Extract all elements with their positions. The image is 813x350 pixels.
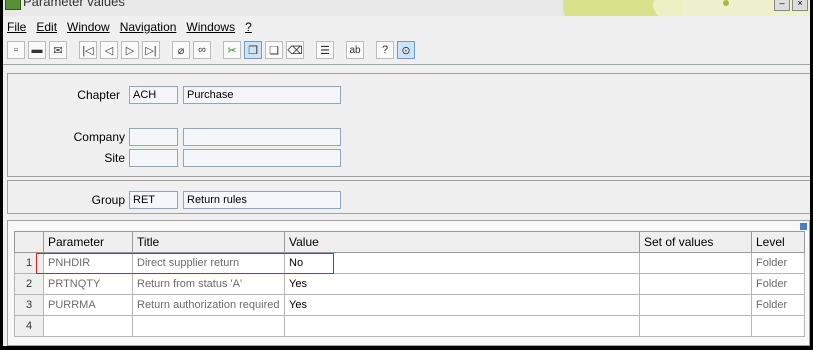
title-cell[interactable]: Direct supplier return xyxy=(132,252,285,274)
header-panel: Chapter ACH Purchase Company Site xyxy=(7,73,810,177)
column-header-level[interactable]: Level xyxy=(751,231,805,253)
company-code-field[interactable] xyxy=(129,128,178,146)
attach-icon[interactable]: ⌀ xyxy=(172,41,190,59)
column-header-title[interactable]: Title xyxy=(132,231,285,253)
divider xyxy=(3,64,810,65)
title-cell[interactable]: Return authorization required xyxy=(132,294,285,316)
value-cell[interactable] xyxy=(284,315,640,337)
set-of-values-cell[interactable] xyxy=(639,315,752,337)
value-cell[interactable]: No xyxy=(284,252,640,274)
title-cell[interactable] xyxy=(132,315,285,337)
next-icon[interactable]: ▷ xyxy=(121,41,139,59)
level-cell[interactable]: Folder xyxy=(751,294,805,316)
menu-navigation[interactable]: Navigation xyxy=(120,18,177,36)
last-icon[interactable]: ▷| xyxy=(142,41,160,59)
site-description-field xyxy=(183,149,341,167)
list-icon[interactable]: ☰ xyxy=(316,41,334,59)
menu-bar: File Edit Window Navigation Windows ? xyxy=(3,18,252,36)
chapter-description-field: Purchase xyxy=(183,86,341,104)
chapter-code-field[interactable]: ACH xyxy=(129,86,178,104)
table-row[interactable]: 4 xyxy=(14,315,805,337)
row-number: 3 xyxy=(14,294,44,316)
row-number: 1 xyxy=(14,252,44,274)
value-cell[interactable]: Yes xyxy=(284,273,640,295)
site-code-field[interactable] xyxy=(129,149,178,167)
site-label: Site xyxy=(104,151,125,165)
level-cell[interactable]: Folder xyxy=(751,252,805,274)
window-title: Parameter values xyxy=(23,0,125,9)
copy-icon[interactable]: ❐ xyxy=(244,41,262,59)
set-of-values-cell[interactable] xyxy=(639,294,752,316)
level-cell[interactable] xyxy=(751,315,805,337)
title-decoration xyxy=(723,0,729,6)
text-field-icon[interactable]: ab xyxy=(346,41,364,59)
value-cell[interactable]: Yes xyxy=(284,294,640,316)
clear-icon[interactable]: ⌫ xyxy=(286,41,304,59)
first-icon[interactable]: |◁ xyxy=(79,41,97,59)
title-bar: Parameter values – × xyxy=(3,0,810,16)
group-panel: Group RET Return rules xyxy=(7,180,810,214)
title-cell[interactable]: Return from status 'A' xyxy=(132,273,285,295)
column-header-set-of-values[interactable]: Set of values xyxy=(639,231,752,253)
menu-edit[interactable]: Edit xyxy=(36,18,57,36)
close-icon[interactable]: × xyxy=(792,0,808,11)
new-icon[interactable]: ▫ xyxy=(7,41,25,59)
row-number-header xyxy=(14,231,44,253)
print-icon[interactable]: ▬ xyxy=(28,41,46,59)
toolbar: ▫ ▬ ✉ |◁ ◁ ▷ ▷| ⌀ ∞ ✂ ❐ ❏ ⌫ ☰ ab ? ⊙ xyxy=(7,39,415,61)
expand-icon[interactable] xyxy=(800,223,807,230)
column-header-value[interactable]: Value xyxy=(284,231,640,253)
previous-icon[interactable]: ◁ xyxy=(100,41,118,59)
application-window: Parameter values – × File Edit Window Na… xyxy=(3,0,810,346)
menu-windows[interactable]: Windows xyxy=(186,18,235,36)
table-row[interactable]: 1 PNHDIR Direct supplier return No Folde… xyxy=(14,252,805,274)
help-icon[interactable]: ? xyxy=(376,41,394,59)
set-of-values-cell[interactable] xyxy=(639,252,752,274)
minimize-icon[interactable]: – xyxy=(774,0,790,11)
window-controls: – × xyxy=(774,0,808,11)
table-row[interactable]: 3 PURRMA Return authorization required Y… xyxy=(14,294,805,316)
parameter-cell[interactable]: PNHDIR xyxy=(43,252,133,274)
parameters-table: Parameter Title Value Set of values Leve… xyxy=(14,231,805,337)
table-row[interactable]: 2 PRTNQTY Return from status 'A' Yes Fol… xyxy=(14,273,805,295)
company-label: Company xyxy=(73,130,125,144)
group-label: Group xyxy=(91,193,125,207)
column-header-parameter[interactable]: Parameter xyxy=(43,231,133,253)
cut-icon[interactable]: ✂ xyxy=(223,41,241,59)
parameter-cell[interactable]: PURRMA xyxy=(43,294,133,316)
set-of-values-cell[interactable] xyxy=(639,273,752,295)
row-number: 4 xyxy=(14,315,44,337)
level-cell[interactable]: Folder xyxy=(751,273,805,295)
parameters-grid-panel: Parameter Title Value Set of values Leve… xyxy=(7,220,810,346)
app-icon xyxy=(5,0,21,10)
group-description-field: Return rules xyxy=(183,191,341,209)
menu-help[interactable]: ? xyxy=(245,18,252,36)
row-number: 2 xyxy=(14,273,44,295)
search-help-icon[interactable]: ⊙ xyxy=(397,41,415,59)
print-preview-icon[interactable]: ✉ xyxy=(49,41,67,59)
group-code-field[interactable]: RET xyxy=(129,191,178,209)
menu-file[interactable]: File xyxy=(7,18,26,36)
parameter-cell[interactable] xyxy=(43,315,133,337)
menu-window[interactable]: Window xyxy=(67,18,110,36)
paste-icon[interactable]: ❏ xyxy=(265,41,283,59)
link-icon[interactable]: ∞ xyxy=(193,41,211,59)
chapter-label: Chapter xyxy=(77,88,120,102)
company-description-field xyxy=(183,128,341,146)
parameter-cell[interactable]: PRTNQTY xyxy=(43,273,133,295)
table-header-row: Parameter Title Value Set of values Leve… xyxy=(14,231,805,253)
